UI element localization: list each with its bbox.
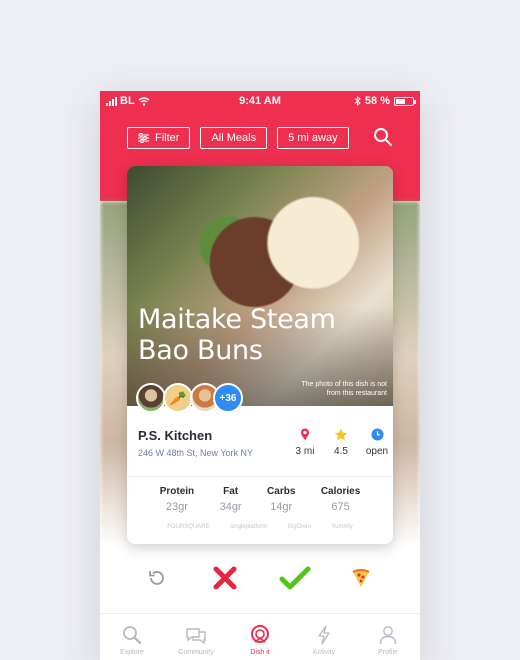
rating-stat: 4.5	[323, 426, 359, 457]
avatar[interactable]: 🥕	[163, 383, 193, 413]
tab-label: Profile	[378, 649, 398, 656]
restaurant-stats: 3 mi 4.5 open	[287, 426, 393, 457]
source-logo: singleplatform	[230, 524, 268, 530]
tab-dish-it[interactable]: Dish it	[228, 614, 292, 660]
filter-button[interactable]: Filter	[127, 127, 191, 149]
more-users-badge[interactable]: +36	[213, 383, 243, 413]
tab-activity[interactable]: Activity	[292, 614, 356, 660]
tab-profile[interactable]: Profile	[356, 614, 420, 660]
undo-icon	[149, 571, 164, 585]
photo-disclaimer: The photo of this dish is not from this …	[301, 381, 387, 397]
star-icon	[334, 428, 348, 440]
nutrient-label: Calories	[320, 486, 361, 497]
clock-icon	[371, 428, 383, 440]
rating-value: 4.5	[334, 446, 348, 457]
filter-bar: Filter All Meals 5 mi away	[127, 127, 349, 149]
accept-button[interactable]	[278, 561, 312, 595]
checkmark-icon	[279, 566, 311, 590]
battery-percent: 58 %	[364, 95, 390, 107]
tab-label: Community	[178, 649, 214, 656]
distance-filter-label: 5 mi away	[288, 132, 338, 144]
source-logo: FOURSQUARE	[167, 524, 210, 530]
restaurant-name: P.S. Kitchen	[138, 428, 213, 443]
dish-it-icon	[251, 625, 269, 643]
distance-filter-chip[interactable]: 5 mi away	[277, 127, 349, 149]
nutrient-label: Carbs	[267, 486, 296, 497]
dish-photo	[127, 166, 393, 406]
source-logo: BigOven	[287, 524, 311, 530]
undo-button[interactable]	[140, 561, 174, 595]
data-sources: FOURSQUARE singleplatform BigOven Yummly	[127, 524, 393, 530]
carrot-icon: 🥕	[169, 389, 187, 406]
person-icon	[379, 626, 397, 645]
tab-label: Activity	[312, 649, 336, 656]
tab-label: Explore	[120, 649, 144, 656]
chat-icon	[186, 628, 206, 645]
tab-bar: Explore Community Dish it Activity Profi…	[100, 613, 420, 660]
hours-value: open	[365, 446, 389, 457]
source-logo: Yummly	[331, 524, 353, 530]
category-button[interactable]	[344, 561, 378, 595]
nutrition-facts: Protein 23gr Fat 34gr Carbs 14gr Calories 67…	[127, 486, 393, 513]
nutrient-value: 23gr	[165, 501, 188, 513]
meals-filter-label: All Meals	[211, 132, 257, 144]
divider	[127, 476, 393, 477]
swipe-actions	[100, 561, 420, 595]
nutrient-fat: Fat 34gr	[220, 486, 242, 513]
search-icon	[123, 626, 142, 645]
tab-community[interactable]: Community	[164, 614, 228, 660]
filter-label: Filter	[155, 132, 180, 144]
meals-filter-chip[interactable]: All Meals	[200, 127, 268, 149]
hours-stat: open	[359, 426, 393, 457]
dish-card[interactable]: Maitake Steam Bao Buns The photo of this…	[127, 166, 393, 544]
battery-icon	[394, 96, 416, 106]
restaurant-info[interactable]: P.S. Kitchen 246 W 48th St, New York NY	[138, 428, 253, 458]
close-icon	[213, 566, 237, 590]
nutrient-value: 675	[331, 501, 350, 513]
tab-label: Dish it	[250, 649, 270, 656]
nutrient-label: Protein	[159, 486, 195, 497]
nutrient-value: 34gr	[219, 501, 242, 513]
distance-stat: 3 mi	[287, 426, 323, 457]
restaurant-address: 246 W 48th St, New York NY	[138, 448, 254, 458]
pizza-icon	[352, 568, 370, 587]
dish-title: Maitake Steam Bao Buns	[138, 304, 336, 366]
location-pin-icon	[301, 428, 309, 440]
search-icon[interactable]	[373, 127, 393, 147]
nutrient-label: Fat	[223, 486, 239, 497]
lightning-icon	[318, 625, 330, 645]
nutrient-value: 14gr	[270, 501, 293, 513]
nutrient-protein: Protein 23gr	[160, 486, 194, 513]
tab-explore[interactable]: Explore	[100, 614, 164, 660]
avatar[interactable]	[136, 383, 166, 413]
distance-value: 3 mi	[295, 446, 315, 457]
nutrient-calories: Calories 675	[321, 486, 360, 513]
app-screen: BL 9:41 AM 58 % Filter All Meals 5 mi aw…	[100, 91, 420, 660]
reject-button[interactable]	[208, 561, 242, 595]
nutrient-carbs: Carbs 14gr	[267, 486, 295, 513]
sliders-icon	[138, 133, 149, 143]
status-bar: BL 9:41 AM 58 %	[100, 91, 420, 111]
bluetooth-icon	[354, 96, 361, 106]
